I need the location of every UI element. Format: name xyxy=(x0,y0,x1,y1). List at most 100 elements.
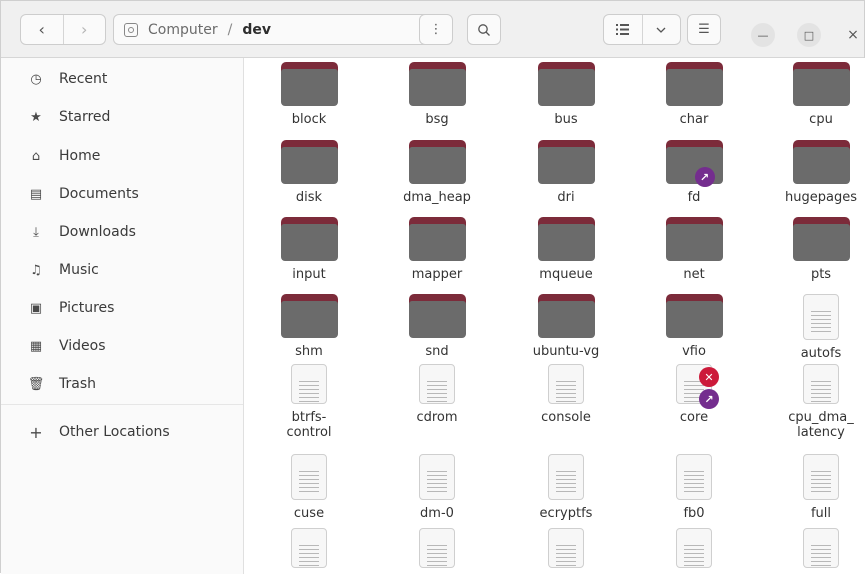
folder-item[interactable]: net xyxy=(639,217,749,282)
music-icon: ♫ xyxy=(30,262,42,278)
file-item[interactable]: ↗ ✕ core xyxy=(639,364,749,425)
file-name-label: cpu xyxy=(809,112,833,127)
close-button[interactable]: × xyxy=(841,23,865,47)
maximize-button[interactable]: □ xyxy=(797,23,821,47)
file-name-label: fd xyxy=(687,190,701,205)
breadcrumb-computer[interactable]: Computer xyxy=(148,22,218,38)
folder-item[interactable]: input xyxy=(254,217,364,282)
sidebar-item-starred[interactable]: ★ Starred xyxy=(1,99,243,135)
folder-icon xyxy=(537,217,595,261)
file-name-label: bus xyxy=(554,112,578,127)
file-name-label: vfio xyxy=(682,344,706,359)
sidebar-item-home[interactable]: ⌂ Home xyxy=(1,138,243,174)
sidebar-item-label: Recent xyxy=(59,71,108,87)
back-icon: ‹ xyxy=(38,20,45,39)
header-bar: ‹ › Computer / dev ⋮ ☰ — □ × xyxy=(1,1,864,58)
view-options-button[interactable] xyxy=(641,15,681,44)
breadcrumb-current[interactable]: dev xyxy=(242,22,271,38)
main-menu-button[interactable]: ☰ xyxy=(687,14,721,45)
text-file-icon xyxy=(548,364,584,404)
file-item[interactable]: btrfs- control xyxy=(254,364,364,440)
folder-item[interactable]: mqueue xyxy=(511,217,621,282)
file-item[interactable] xyxy=(766,528,865,568)
folder-item[interactable]: vfio xyxy=(639,294,749,359)
sidebar-item-documents[interactable]: ▤ Documents xyxy=(1,176,243,212)
minimize-button[interactable]: — xyxy=(751,23,775,47)
sidebar-item-label: Trash xyxy=(59,376,96,392)
folder-item[interactable]: mapper xyxy=(382,217,492,282)
folder-item[interactable]: char xyxy=(639,62,749,127)
folder-item[interactable]: block xyxy=(254,62,364,127)
folder-icon xyxy=(408,217,466,261)
hamburger-icon: ☰ xyxy=(698,22,710,37)
folder-item[interactable]: ubuntu-vg xyxy=(511,294,621,359)
list-view-icon xyxy=(616,24,630,35)
folder-item[interactable]: snd xyxy=(382,294,492,359)
folder-item[interactable]: hugepages xyxy=(766,140,865,205)
sidebar-item-music[interactable]: ♫ Music xyxy=(1,252,243,288)
file-name-label: dm-0 xyxy=(420,506,454,521)
sidebar-item-trash[interactable]: 🗑 Trash xyxy=(1,366,243,402)
clock-icon: ◷ xyxy=(30,71,42,87)
sidebar-item-pictures[interactable]: ▣ Pictures xyxy=(1,290,243,326)
folder-item[interactable]: disk xyxy=(254,140,364,205)
home-icon: ⌂ xyxy=(31,148,41,164)
folder-icon xyxy=(665,217,723,261)
file-name-label: autofs xyxy=(800,346,842,361)
list-view-button[interactable] xyxy=(604,15,642,44)
path-bar[interactable]: Computer / dev xyxy=(113,14,452,45)
file-name-label: mapper xyxy=(411,267,463,282)
folder-icon xyxy=(280,294,338,338)
file-item[interactable]: fb0 xyxy=(639,454,749,521)
close-icon: × xyxy=(847,27,859,43)
folder-item[interactable]: dma_heap xyxy=(382,140,492,205)
sidebar-item-other-locations[interactable]: + Other Locations xyxy=(1,414,243,450)
folder-icon xyxy=(537,294,595,338)
star-icon: ★ xyxy=(30,109,42,125)
plus-icon: + xyxy=(29,422,43,442)
path-menu-button[interactable]: ⋮ xyxy=(419,14,453,45)
folder-item[interactable]: ↗ fd xyxy=(639,140,749,205)
text-file-icon xyxy=(803,364,839,404)
trash-icon: 🗑 xyxy=(27,376,45,392)
file-item[interactable]: autofs xyxy=(766,294,865,361)
file-item[interactable]: cdrom xyxy=(382,364,492,425)
file-name-label: btrfs- control xyxy=(286,410,332,440)
video-icon: ▦ xyxy=(29,338,43,354)
file-name-label: dri xyxy=(557,190,575,205)
folder-item[interactable]: dri xyxy=(511,140,621,205)
file-item[interactable]: cuse xyxy=(254,454,364,521)
file-item[interactable] xyxy=(254,528,364,568)
text-file-icon xyxy=(548,454,584,500)
search-button[interactable] xyxy=(467,14,501,45)
sidebar-item-label: Home xyxy=(59,148,101,164)
folder-item[interactable]: cpu xyxy=(766,62,865,127)
file-item[interactable] xyxy=(639,528,749,568)
sidebar-item-videos[interactable]: ▦ Videos xyxy=(1,328,243,364)
file-item[interactable]: ecryptfs xyxy=(511,454,621,521)
sidebar: ◷ Recent ★ Starred ⌂ Home ▤ Documents ⤓ Downl… xyxy=(1,58,244,574)
back-button[interactable]: ‹ xyxy=(21,15,63,44)
forward-button[interactable]: › xyxy=(62,15,106,44)
file-name-label: char xyxy=(679,112,709,127)
file-item[interactable] xyxy=(511,528,621,568)
folder-item[interactable]: bus xyxy=(511,62,621,127)
picture-icon: ▣ xyxy=(29,300,43,316)
sidebar-item-downloads[interactable]: ⤓ Downloads xyxy=(1,214,243,250)
folder-item[interactable]: bsg xyxy=(382,62,492,127)
file-name-label: cpu_dma_ latency xyxy=(788,410,854,440)
sidebar-item-recent[interactable]: ◷ Recent xyxy=(1,61,243,97)
file-item[interactable]: full xyxy=(766,454,865,521)
symlink-emblem-icon: ↗ xyxy=(699,389,719,409)
file-name-label: disk xyxy=(295,190,323,205)
file-item[interactable]: cpu_dma_ latency xyxy=(766,364,865,440)
file-item[interactable] xyxy=(382,528,492,568)
file-item[interactable]: dm-0 xyxy=(382,454,492,521)
file-item[interactable]: console xyxy=(511,364,621,425)
folder-item[interactable]: shm xyxy=(254,294,364,359)
file-name-label: cuse xyxy=(293,506,325,521)
folder-item[interactable]: pts xyxy=(766,217,865,282)
folder-icon xyxy=(408,62,466,106)
file-name-label: mqueue xyxy=(539,267,593,282)
chevron-down-icon xyxy=(656,27,666,33)
